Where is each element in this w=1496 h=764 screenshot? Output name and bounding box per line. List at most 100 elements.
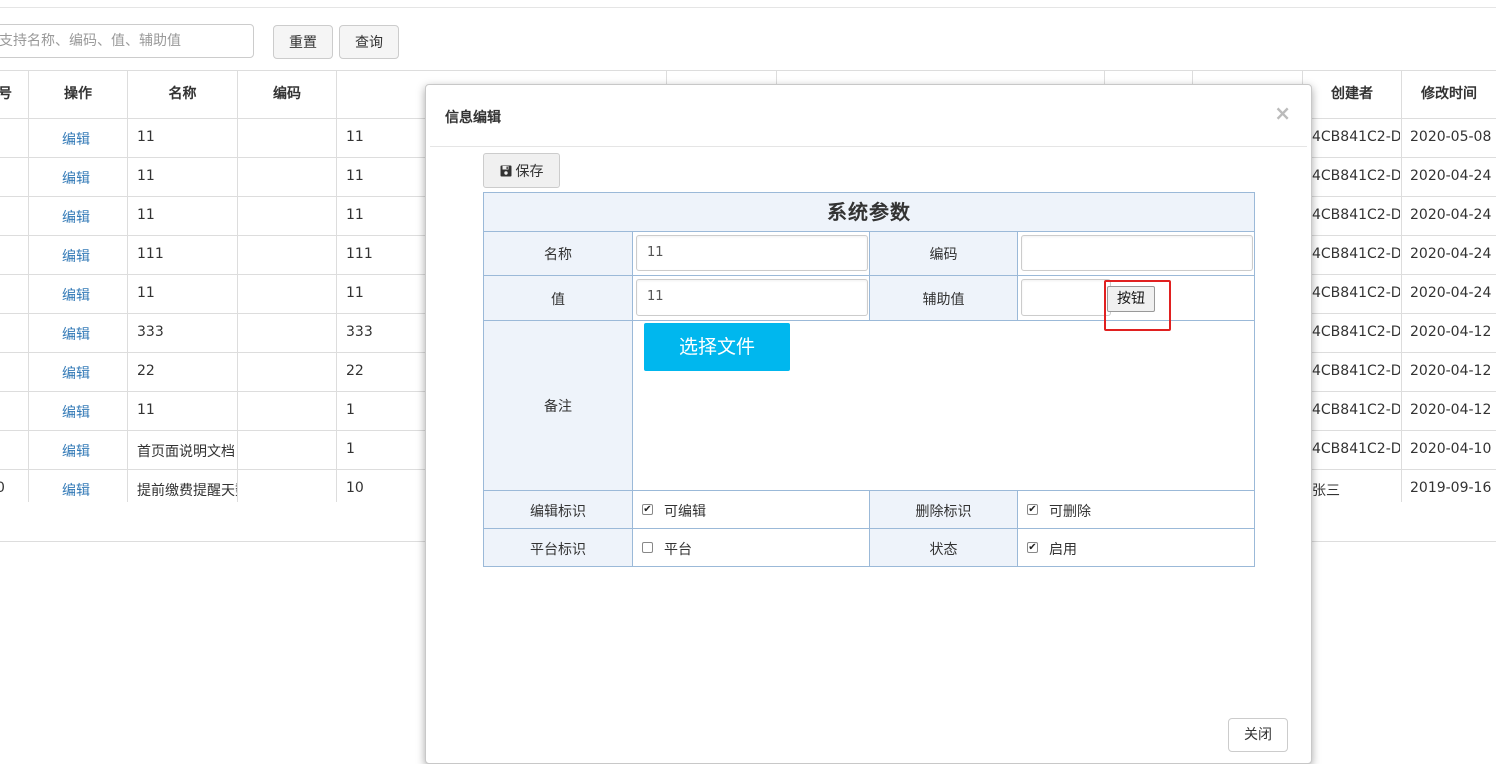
cell-value: 11 xyxy=(346,129,364,145)
form-line xyxy=(632,231,633,566)
cell-edit-link[interactable]: 编辑 xyxy=(62,480,90,500)
dialog-header-divider xyxy=(430,146,1307,147)
cell-name: 首页面说明文档 xyxy=(137,444,235,460)
form-line xyxy=(1017,490,1018,566)
form-line xyxy=(1017,231,1018,320)
column-divider xyxy=(336,70,337,502)
highlight-box xyxy=(1104,280,1171,331)
deletable-text: 可删除 xyxy=(1049,504,1091,520)
enabled-text: 启用 xyxy=(1049,542,1077,558)
cell-modified: 2020-04-24 xyxy=(1410,246,1492,262)
cell-creator: 4CB841C2-D xyxy=(1312,402,1400,418)
editable-text: 可编辑 xyxy=(664,504,706,520)
cell-value: 10 xyxy=(346,480,364,496)
column-header-code: 编码 xyxy=(273,86,301,102)
cell-creator: 4CB841C2-D xyxy=(1312,324,1400,340)
column-divider xyxy=(28,70,29,502)
column-header-creator: 创建者 xyxy=(1331,86,1373,102)
reset-button[interactable]: 重置 xyxy=(273,25,333,59)
delete-flag-label: 删除标识 xyxy=(915,504,972,520)
cell-value: 1 xyxy=(346,402,355,418)
cell-modified: 2020-04-10 xyxy=(1410,441,1492,457)
aux-value-label: 辅助值 xyxy=(922,292,965,308)
cell-modified: 2020-04-24 xyxy=(1410,207,1492,223)
cell-creator: 4CB841C2-D xyxy=(1312,246,1400,262)
cell-modified: 2020-04-12 xyxy=(1410,363,1492,379)
parameter-form: 系统参数 名称 11 编码 值 11 辅助值 按钮 备注 选择文件 编辑标识 ✔ xyxy=(483,192,1255,567)
cell-name: 11 xyxy=(137,129,155,145)
platform-checkbox[interactable] xyxy=(642,542,653,553)
cell-value: 22 xyxy=(346,363,364,379)
remark-label: 备注 xyxy=(544,399,572,415)
cell-modified: 2020-04-24 xyxy=(1410,168,1492,184)
cell-edit-link[interactable]: 编辑 xyxy=(62,324,90,344)
column-divider xyxy=(127,70,128,502)
value-label: 值 xyxy=(551,292,565,308)
name-input[interactable]: 11 xyxy=(636,235,868,271)
cell-value: 111 xyxy=(346,246,373,262)
cell-name: 11 xyxy=(137,168,155,184)
name-label: 名称 xyxy=(544,247,572,263)
cell-edit-link[interactable]: 编辑 xyxy=(62,246,90,266)
cell-value: 11 xyxy=(346,285,364,301)
cell-name: 22 xyxy=(137,363,155,379)
cell-edit-link[interactable]: 编辑 xyxy=(62,168,90,188)
cell-creator: 张三 xyxy=(1312,483,1340,499)
code-input[interactable] xyxy=(1021,235,1253,271)
cell-edit-link[interactable]: 编辑 xyxy=(62,363,90,383)
table-top-border xyxy=(0,70,1496,71)
enabled-checkbox[interactable]: ✔ xyxy=(1027,542,1038,553)
aux-value-input[interactable] xyxy=(1021,279,1111,316)
cell-index: 0 xyxy=(0,480,5,496)
cell-edit-link[interactable]: 编辑 xyxy=(62,285,90,305)
cell-modified: 2020-04-12 xyxy=(1410,402,1492,418)
cell-name: 333 xyxy=(137,324,164,340)
cell-creator: 4CB841C2-D xyxy=(1312,363,1400,379)
cell-creator: 4CB841C2-D xyxy=(1312,285,1400,301)
choose-file-button[interactable]: 选择文件 xyxy=(644,323,790,371)
cell-modified: 2020-05-08 xyxy=(1410,129,1492,145)
save-button[interactable]: 保存 xyxy=(483,153,560,188)
column-header-action: 操作 xyxy=(64,86,92,102)
top-divider xyxy=(0,7,1496,8)
form-title: 系统参数 xyxy=(484,193,1254,231)
deletable-checkbox[interactable]: ✔ xyxy=(1027,504,1038,515)
cell-name: 11 xyxy=(137,402,155,418)
status-label: 状态 xyxy=(929,542,958,558)
cell-edit-link[interactable]: 编辑 xyxy=(62,402,90,422)
editable-checkbox[interactable]: ✔ xyxy=(642,504,653,515)
cell-edit-link[interactable]: 编辑 xyxy=(62,129,90,149)
floppy-disk-icon xyxy=(500,165,511,176)
cell-edit-link[interactable]: 编辑 xyxy=(62,207,90,227)
cell-value: 11 xyxy=(346,168,364,184)
cell-name: 提前缴费提醒天数 xyxy=(137,483,237,499)
cell-modified: 2019-09-16 xyxy=(1410,480,1492,496)
cell-name: 111 xyxy=(137,246,164,262)
cell-modified: 2020-04-24 xyxy=(1410,285,1492,301)
column-header-name: 名称 xyxy=(168,86,197,102)
cell-edit-link[interactable]: 编辑 xyxy=(62,441,90,461)
cell-name: 11 xyxy=(137,207,155,223)
value-input[interactable]: 11 xyxy=(636,279,868,316)
column-header-modified: 修改时间 xyxy=(1421,86,1477,102)
column-divider xyxy=(237,70,238,502)
dialog-close-button[interactable]: 关闭 xyxy=(1228,718,1288,752)
save-button-label: 保存 xyxy=(515,163,544,180)
cell-creator: 4CB841C2-D xyxy=(1312,441,1400,457)
edit-flag-label: 编辑标识 xyxy=(530,504,586,520)
edit-dialog: 信息编辑 × 保存 系统参数 名称 11 编码 值 11 辅助值 按钮 备注 选… xyxy=(425,84,1312,764)
cell-creator: 4CB841C2-D xyxy=(1312,168,1400,184)
cell-value: 333 xyxy=(346,324,373,340)
platform-flag-label: 平台标识 xyxy=(530,542,586,558)
code-label: 编码 xyxy=(929,247,958,263)
cell-creator: 4CB841C2-D xyxy=(1312,129,1400,145)
cell-value: 1 xyxy=(346,441,355,457)
platform-text: 平台 xyxy=(664,542,692,558)
query-button[interactable]: 查询 xyxy=(339,25,399,59)
search-input[interactable] xyxy=(0,24,254,58)
dialog-title: 信息编辑 xyxy=(445,110,501,126)
column-divider xyxy=(1401,70,1402,502)
close-icon[interactable]: × xyxy=(1274,101,1291,125)
cell-value: 11 xyxy=(346,207,364,223)
cell-creator: 4CB841C2-D xyxy=(1312,207,1400,223)
